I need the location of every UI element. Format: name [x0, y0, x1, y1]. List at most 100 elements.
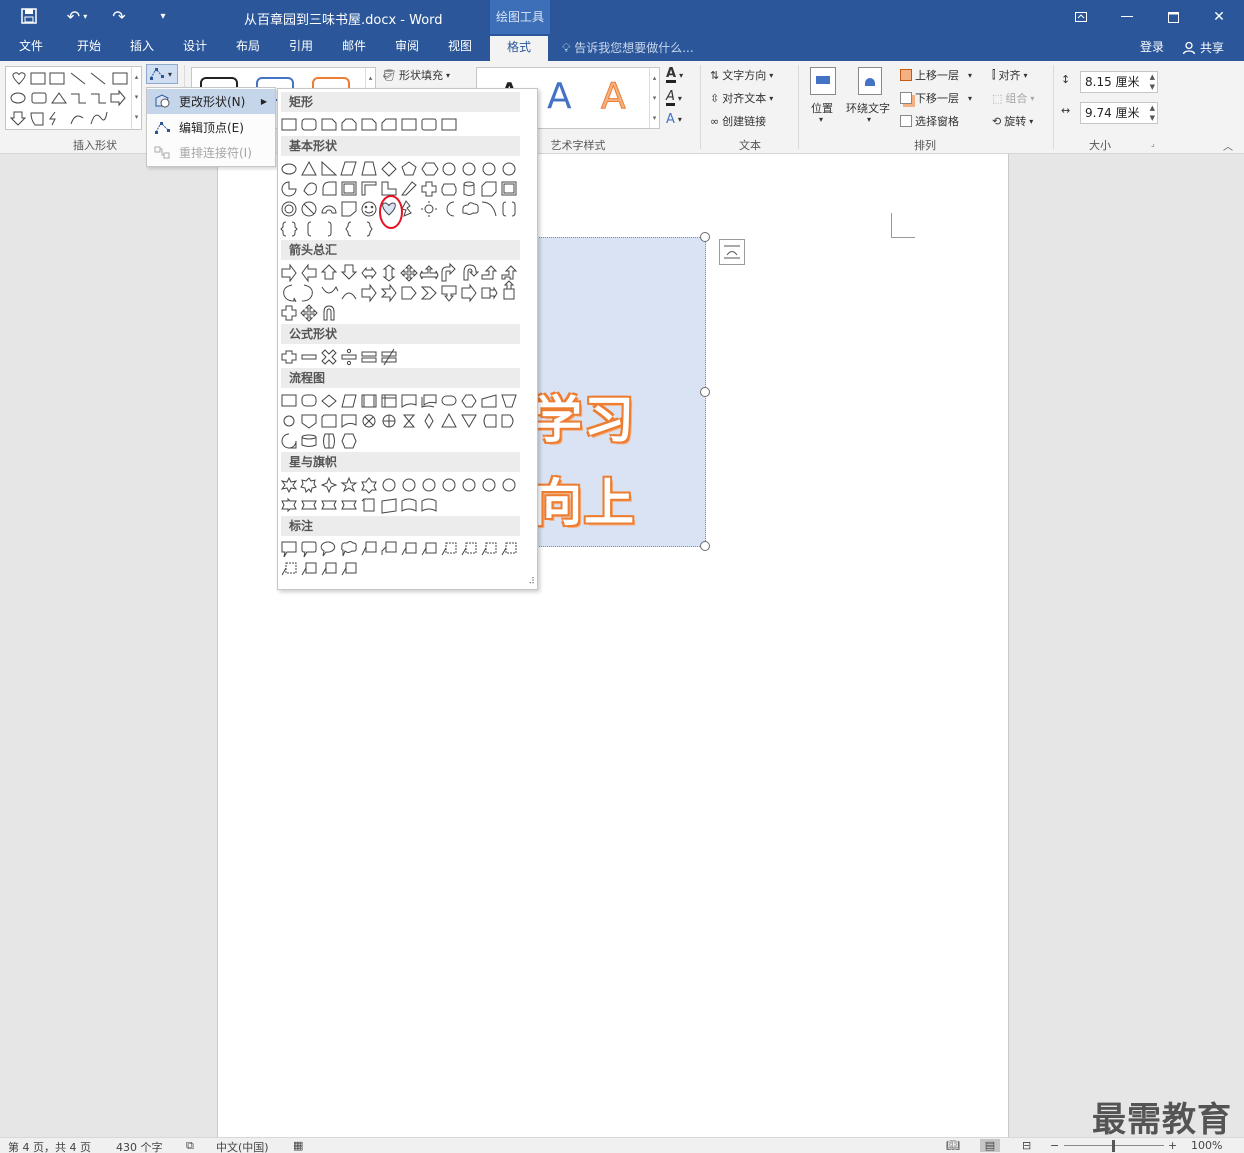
- chevron-down-icon: ▾: [819, 115, 824, 124]
- sign-in-link[interactable]: 登录: [1140, 38, 1164, 55]
- proofing-icon[interactable]: ⧉: [186, 1139, 194, 1153]
- tab-references[interactable]: 引用: [278, 34, 324, 61]
- height-icon: ↕: [1061, 73, 1071, 86]
- wordart-preview[interactable]: A: [601, 76, 627, 118]
- tab-view[interactable]: 视图: [437, 34, 483, 61]
- group-label: 组合: [1005, 92, 1028, 105]
- group-divider: [700, 65, 701, 149]
- ribbon-display-options-icon[interactable]: [1058, 0, 1104, 34]
- tab-design[interactable]: 设计: [172, 34, 218, 61]
- wrap-text-button[interactable]: 环绕文字: [846, 100, 890, 116]
- resize-handle[interactable]: [700, 387, 710, 397]
- macro-icon[interactable]: ▦: [293, 1139, 303, 1152]
- edit-points-label: 编辑顶点(E): [179, 121, 244, 135]
- text-direction-button[interactable]: ⇅ 文字方向 ▾: [710, 67, 773, 83]
- share-label: 共享: [1200, 41, 1225, 55]
- wordart-group-label: 艺术字样式: [550, 139, 606, 152]
- tab-home[interactable]: 开始: [66, 34, 112, 61]
- change-shape-label: 更改形状(N): [179, 95, 246, 109]
- status-bar: 第 4 页，共 4 页 430 个字 ⧉ 中文(中国) ▦ 📖︎ ▤ ⊟ − +…: [0, 1137, 1244, 1153]
- chevron-down-icon: ▾: [445, 70, 450, 80]
- close-icon[interactable]: ✕: [1196, 0, 1242, 34]
- undo-icon[interactable]: ↶ ▾: [60, 6, 94, 26]
- svg-text:▾: ▾: [168, 70, 172, 79]
- align-text-button[interactable]: ⇳ 对齐文本 ▾: [710, 90, 773, 106]
- edit-points-icon: [155, 122, 170, 134]
- tab-review[interactable]: 审阅: [384, 34, 430, 61]
- edit-points-menu-item[interactable]: 编辑顶点(E): [147, 115, 275, 140]
- bring-forward-icon: [900, 69, 912, 81]
- chevron-down-icon: ▾: [867, 115, 872, 124]
- resize-handle[interactable]: [700, 541, 710, 551]
- gallery-scroll[interactable]: ▴ ▾ ▾: [131, 67, 141, 129]
- text-group-label: 文本: [739, 139, 761, 152]
- tell-me-box[interactable]: 💡︎ 告诉我您想要做什么...: [562, 39, 694, 56]
- redo-icon[interactable]: ↷: [108, 6, 130, 26]
- position-button[interactable]: 位置: [811, 100, 833, 116]
- shape-fill-button[interactable]: 🪣︎ 形状填充 ▾: [382, 67, 450, 83]
- text-outline-button[interactable]: A ▾: [666, 90, 682, 106]
- spinner-arrows-icon[interactable]: ▲ ▼: [1150, 103, 1155, 123]
- align-text-icon: ⇳: [710, 91, 720, 105]
- insert-shapes-gallery[interactable]: ▴ ▾ ▾: [5, 66, 142, 130]
- text-fill-button[interactable]: A ▾: [666, 67, 683, 83]
- group-divider: [1053, 65, 1054, 149]
- tab-mailings[interactable]: 邮件: [331, 34, 377, 61]
- shape-grid[interactable]: [278, 89, 537, 589]
- selection-pane-label: 选择窗格: [915, 115, 959, 128]
- chevron-down-icon: ▾: [769, 93, 774, 103]
- gallery-scroll[interactable]: ▴ ▾ ▾: [649, 68, 659, 128]
- maximize-icon[interactable]: [1150, 0, 1196, 34]
- wordart-preview[interactable]: A: [547, 76, 572, 117]
- edit-shape-menu: 更改形状(N) ▶ 编辑顶点(E) 重排连接符(I): [146, 87, 276, 167]
- rotate-button[interactable]: ⟲ 旋转 ▾: [992, 113, 1033, 129]
- customize-qat-icon[interactable]: ▾: [154, 6, 172, 26]
- arrange-group-label: 排列: [914, 139, 936, 152]
- spinner-arrows-icon[interactable]: ▲ ▼: [1150, 72, 1155, 92]
- tab-insert[interactable]: 插入: [119, 34, 165, 61]
- shape-width-value: 9.74 厘米: [1085, 106, 1140, 120]
- wordart-textbox[interactable]: 学习 向上: [532, 237, 706, 547]
- wordart-line-1: 学习: [532, 391, 636, 449]
- tab-file[interactable]: 文件: [8, 34, 54, 61]
- send-backward-icon: [900, 92, 912, 104]
- selection-pane-button[interactable]: 选择窗格: [900, 113, 959, 129]
- send-backward-label: 下移一层: [915, 92, 959, 105]
- rotate-label: 旋转: [1004, 115, 1027, 128]
- minimize-icon[interactable]: [1104, 0, 1150, 34]
- rotate-icon: ⟲: [992, 114, 1002, 128]
- bring-forward-button[interactable]: 上移一层 ▾: [900, 67, 972, 83]
- read-mode-icon[interactable]: 📖︎: [946, 1139, 960, 1152]
- chevron-down-icon: ▾: [769, 70, 774, 80]
- edit-shape-button[interactable]: ▾: [146, 64, 178, 84]
- reroute-connectors-label: 重排连接符(I): [179, 146, 252, 160]
- web-layout-icon[interactable]: ⊟: [1022, 1139, 1031, 1152]
- send-backward-button[interactable]: 下移一层 ▾: [900, 90, 972, 106]
- group-button[interactable]: ⬚ 组合 ▾: [992, 90, 1034, 106]
- shape-height-input[interactable]: 8.15 厘米 ▲ ▼: [1080, 71, 1158, 93]
- create-link-button[interactable]: ∞ 创建链接: [710, 113, 766, 129]
- language-indicator[interactable]: 中文(中国): [216, 1139, 269, 1153]
- zoom-slider-thumb[interactable]: [1112, 1140, 1115, 1152]
- save-icon[interactable]: [18, 6, 40, 26]
- layout-options-icon[interactable]: [719, 239, 745, 265]
- collapse-ribbon-icon[interactable]: ︿: [1223, 138, 1233, 153]
- text-direction-label: 文字方向: [722, 69, 767, 82]
- shape-width-input[interactable]: 9.74 厘米 ▲ ▼: [1080, 102, 1158, 124]
- create-link-label: 创建链接: [722, 115, 767, 128]
- word-count[interactable]: 430 个字: [116, 1139, 163, 1153]
- share-button[interactable]: 共享: [1176, 34, 1234, 61]
- tell-me-text: 告诉我您想要做什么...: [574, 41, 694, 55]
- change-shape-menu-item[interactable]: 更改形状(N) ▶: [147, 89, 275, 114]
- resize-grip-icon[interactable]: ⠼: [528, 577, 535, 587]
- resize-handle[interactable]: [700, 232, 710, 242]
- tab-layout[interactable]: 布局: [225, 34, 271, 61]
- zoom-out-icon[interactable]: −: [1050, 1139, 1059, 1152]
- page-count[interactable]: 第 4 页，共 4 页: [8, 1139, 91, 1153]
- text-effects-button[interactable]: A ▾: [666, 112, 682, 127]
- align-button[interactable]: ⫿ 对齐 ▾: [992, 67, 1028, 83]
- tab-format[interactable]: 格式: [490, 36, 548, 61]
- print-layout-icon[interactable]: ▤: [980, 1139, 1000, 1152]
- dialog-launcher-icon[interactable]: ⌟: [1151, 139, 1155, 148]
- reroute-connectors-icon: [154, 146, 170, 159]
